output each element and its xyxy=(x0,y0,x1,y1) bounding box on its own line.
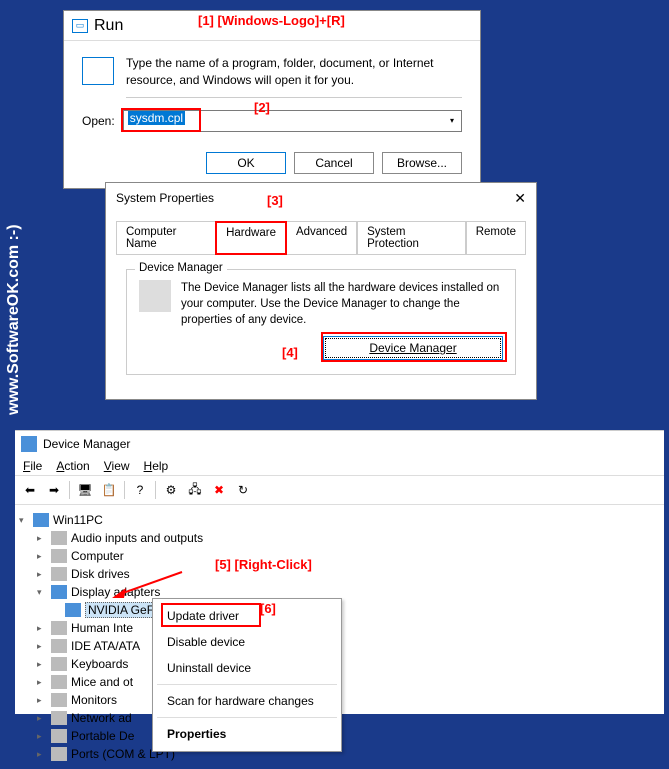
tab-computer-name[interactable]: Computer Name xyxy=(116,221,216,254)
open-label: Open: xyxy=(82,114,115,128)
back-icon[interactable]: ⬅ xyxy=(19,479,41,501)
dropdown-icon[interactable]: ▾ xyxy=(443,111,461,131)
uninstall-icon[interactable]: ↻ xyxy=(232,479,254,501)
ctx-update-driver[interactable]: Update driver xyxy=(153,603,341,629)
ctx-uninstall-device[interactable]: Uninstall device xyxy=(153,655,341,681)
scan-icon[interactable]: 🖥 xyxy=(74,479,96,501)
disable-icon[interactable]: ✖ xyxy=(208,479,230,501)
toolbar: ⬅ ➡ 🖥 📋 ? ⚙ 🖧 ✖ ↻ xyxy=(15,475,664,505)
cancel-button[interactable]: Cancel xyxy=(294,152,374,174)
tab-system-protection[interactable]: System Protection xyxy=(357,221,466,254)
update-icon[interactable]: ⚙ xyxy=(160,479,182,501)
devmgr-icon xyxy=(21,436,37,452)
device-manager-icon xyxy=(139,280,171,312)
tab-hardware[interactable]: Hardware xyxy=(216,222,286,255)
ctx-separator xyxy=(157,717,337,718)
tree-root[interactable]: ▾Win11PC xyxy=(19,511,660,529)
run-dialog: ▭ Run Type the name of a program, folder… xyxy=(63,10,481,189)
annotation-1: [1] [Windows-Logo]+[R] xyxy=(198,13,345,28)
ctx-scan[interactable]: Scan for hardware changes xyxy=(153,688,341,714)
menu-action[interactable]: Action xyxy=(56,459,89,473)
annotation-4: [4] xyxy=(282,345,298,360)
menu-view[interactable]: View xyxy=(104,459,130,473)
tab-advanced[interactable]: Advanced xyxy=(286,221,357,254)
menu-help[interactable]: Help xyxy=(144,459,169,473)
annotation-3: [3] xyxy=(267,193,283,208)
props-icon[interactable]: 📋 xyxy=(98,479,120,501)
tab-remote[interactable]: Remote xyxy=(466,221,526,254)
help-icon[interactable]: ? xyxy=(129,479,151,501)
sysprop-titlebar[interactable]: System Properties ✕ xyxy=(106,183,536,213)
annotation-2: [2] xyxy=(254,100,270,115)
ctx-separator xyxy=(157,684,337,685)
sysprop-title-text: System Properties xyxy=(116,191,214,205)
annotation-6: [6] xyxy=(260,601,276,616)
forward-icon[interactable]: ➡ xyxy=(43,479,65,501)
devmgr-titlebar[interactable]: Device Manager xyxy=(15,431,664,457)
run-big-icon xyxy=(82,57,114,85)
system-properties-dialog: System Properties ✕ Computer Name Hardwa… xyxy=(105,182,537,400)
run-description: Type the name of a program, folder, docu… xyxy=(126,55,462,98)
tree-node-audio[interactable]: ▸Audio inputs and outputs xyxy=(19,529,660,547)
groupbox-label: Device Manager xyxy=(135,262,227,274)
open-input[interactable]: sysdm.cpl ▾ xyxy=(123,110,462,132)
side-branding: www.SoftwareOK.com :-) xyxy=(5,224,23,415)
ctx-properties[interactable]: Properties xyxy=(153,721,341,747)
run-icon: ▭ xyxy=(72,19,88,33)
annotation-5: [5] [Right-Click] xyxy=(215,557,312,572)
run-title-text: Run xyxy=(94,17,123,35)
arrow-icon xyxy=(112,570,192,600)
context-menu: Update driver Disable device Uninstall d… xyxy=(152,598,342,752)
tabs: Computer Name Hardware Advanced System P… xyxy=(106,213,536,254)
devmgr-title-text: Device Manager xyxy=(43,437,130,451)
refresh-icon[interactable]: 🖧 xyxy=(184,479,206,501)
close-icon[interactable]: ✕ xyxy=(514,190,526,207)
ok-button[interactable]: OK xyxy=(206,152,286,174)
browse-button[interactable]: Browse... xyxy=(382,152,462,174)
device-manager-group: Device Manager The Device Manager lists … xyxy=(126,269,516,375)
tree-node-computer[interactable]: ▸Computer xyxy=(19,547,660,565)
menu-bar: File Action View Help xyxy=(15,457,664,475)
menu-file[interactable]: File xyxy=(23,459,42,473)
device-manager-text: The Device Manager lists all the hardwar… xyxy=(181,280,503,328)
ctx-disable-device[interactable]: Disable device xyxy=(153,629,341,655)
